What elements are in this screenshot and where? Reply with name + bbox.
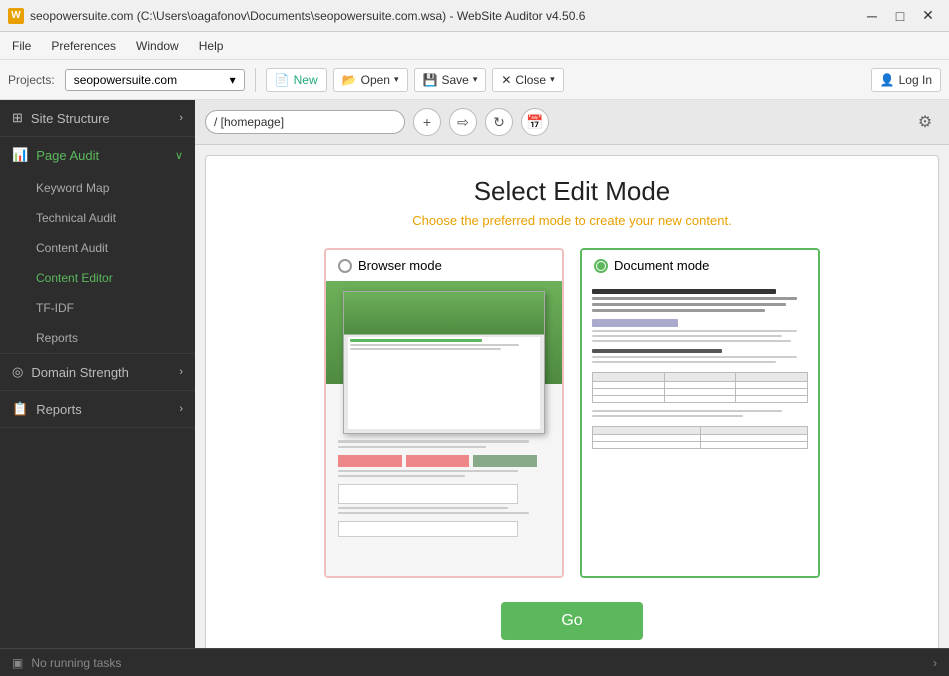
sidebar-item-reports-page-audit[interactable]: Reports [0,323,195,353]
document-mode-header: Document mode [582,250,818,281]
modes-container: Same view as in a regular external brows… [226,248,918,578]
document-mode-box[interactable]: Text+images view with no styles Document… [580,248,820,578]
status-text: No running tasks [31,656,121,670]
app-icon: W [8,8,24,24]
save-button[interactable]: 💾 Save ▾ [414,68,487,92]
close-label: Close [515,73,546,87]
dialog-subtitle: Choose the preferred mode to create your… [226,213,918,228]
close-button[interactable]: ✕ [915,5,941,27]
sidebar-label-page-audit: Page Audit [36,148,99,163]
grid-icon: ⊞ [12,110,23,126]
minimize-button[interactable]: ─ [859,5,885,27]
close-project-button[interactable]: ✕ Close ▾ [492,68,563,92]
sidebar-item-tf-idf[interactable]: TF-IDF [0,293,195,323]
project-dropdown[interactable]: seopowersuite.com ▾ [65,69,245,91]
browser-mode-box[interactable]: Same view as in a regular external brows… [324,248,564,578]
calendar-button[interactable]: 📅 [521,108,549,136]
save-arrow-icon: ▾ [473,74,478,85]
chevron-right-icon-2: › [179,366,183,378]
close-project-icon: ✕ [501,73,511,87]
close-arrow-icon: ▾ [550,74,555,85]
sidebar-label-site-structure: Site Structure [31,111,110,126]
sidebar-label-reports: Reports [36,402,82,417]
chevron-down-icon: ∨ [175,149,183,162]
sidebar-item-domain-strength[interactable]: ◎ Domain Strength › [0,354,195,390]
save-icon: 💾 [423,73,438,87]
browser-mode-label: Browser mode [358,258,442,273]
menu-help[interactable]: Help [191,36,232,56]
sidebar-section-domain-strength: ◎ Domain Strength › [0,354,195,391]
browser-mode-header: Browser mode [326,250,562,281]
chart-icon: 📊 [12,147,28,163]
main-layout: ⊞ Site Structure › 📊 Page Audit ∨ Keywor… [0,100,949,648]
dialog-title: Select Edit Mode [226,176,918,207]
expand-icon[interactable]: › [933,656,937,670]
new-button[interactable]: 📄 New [266,68,327,92]
sidebar-section-page-audit: 📊 Page Audit ∨ Keyword Map Technical Aud… [0,137,195,354]
go-button[interactable]: Go [501,602,642,640]
menu-window[interactable]: Window [128,36,187,56]
login-icon: 👤 [880,73,895,87]
window-title: seopowersuite.com (C:\Users\oagafonov\Do… [30,9,585,23]
content-area: / [homepage] + ⇨ ↻ 📅 ⚙ Select Edit Mode … [195,100,949,648]
circle-icon: ◎ [12,364,23,380]
project-name: seopowersuite.com [74,73,177,87]
forward-button[interactable]: ⇨ [449,108,477,136]
url-input[interactable]: / [homepage] [205,110,405,134]
document-mode-label: Document mode [614,258,709,273]
document-radio[interactable] [594,259,608,273]
sidebar-item-site-structure[interactable]: ⊞ Site Structure › [0,100,195,136]
refresh-button[interactable]: ↻ [485,108,513,136]
dropdown-arrow-icon: ▾ [230,73,236,87]
sidebar-item-content-audit[interactable]: Content Audit [0,233,195,263]
new-icon: 📄 [275,73,290,87]
menu-preferences[interactable]: Preferences [43,36,124,56]
sidebar-item-content-editor[interactable]: Content Editor [0,263,195,293]
edit-mode-dialog: Select Edit Mode Choose the preferred mo… [205,155,939,648]
open-arrow-icon: ▾ [394,74,399,85]
open-label: Open [361,73,390,87]
title-bar: W seopowersuite.com (C:\Users\oagafonov\… [0,0,949,32]
sidebar-section-reports: 📋 Reports › [0,391,195,428]
sidebar-item-keyword-map[interactable]: Keyword Map [0,173,195,203]
menu-file[interactable]: File [4,36,39,56]
tasks-icon: ▣ [12,656,23,670]
browser-mode-preview [326,281,562,576]
login-button[interactable]: 👤 Log In [871,68,941,92]
sidebar-label-domain-strength: Domain Strength [31,365,129,380]
sidebar-item-technical-audit[interactable]: Technical Audit [0,203,195,233]
login-label: Log In [899,73,932,87]
chevron-right-icon-3: › [179,403,183,415]
toolbar: Projects: seopowersuite.com ▾ 📄 New 📂 Op… [0,60,949,100]
maximize-button[interactable]: □ [887,5,913,27]
sidebar: ⊞ Site Structure › 📊 Page Audit ∨ Keywor… [0,100,195,648]
sidebar-item-reports[interactable]: 📋 Reports › [0,391,195,427]
bottom-bar: ▣ No running tasks › [0,648,949,676]
browser-radio[interactable] [338,259,352,273]
sidebar-section-site-structure: ⊞ Site Structure › [0,100,195,137]
open-button[interactable]: 📂 Open ▾ [333,68,408,92]
separator [255,68,256,92]
menu-bar: File Preferences Window Help [0,32,949,60]
report-icon: 📋 [12,401,28,417]
sidebar-item-page-audit[interactable]: 📊 Page Audit ∨ [0,137,195,173]
new-label: New [294,73,318,87]
address-bar: / [homepage] + ⇨ ↻ 📅 ⚙ [195,100,949,145]
window-controls: ─ □ ✕ [859,5,941,27]
document-mode-preview [582,281,818,576]
save-label: Save [441,73,468,87]
gear-button[interactable]: ⚙ [911,108,939,136]
add-button[interactable]: + [413,108,441,136]
chevron-right-icon: › [179,112,183,124]
projects-label: Projects: [8,73,55,87]
open-icon: 📂 [342,73,357,87]
